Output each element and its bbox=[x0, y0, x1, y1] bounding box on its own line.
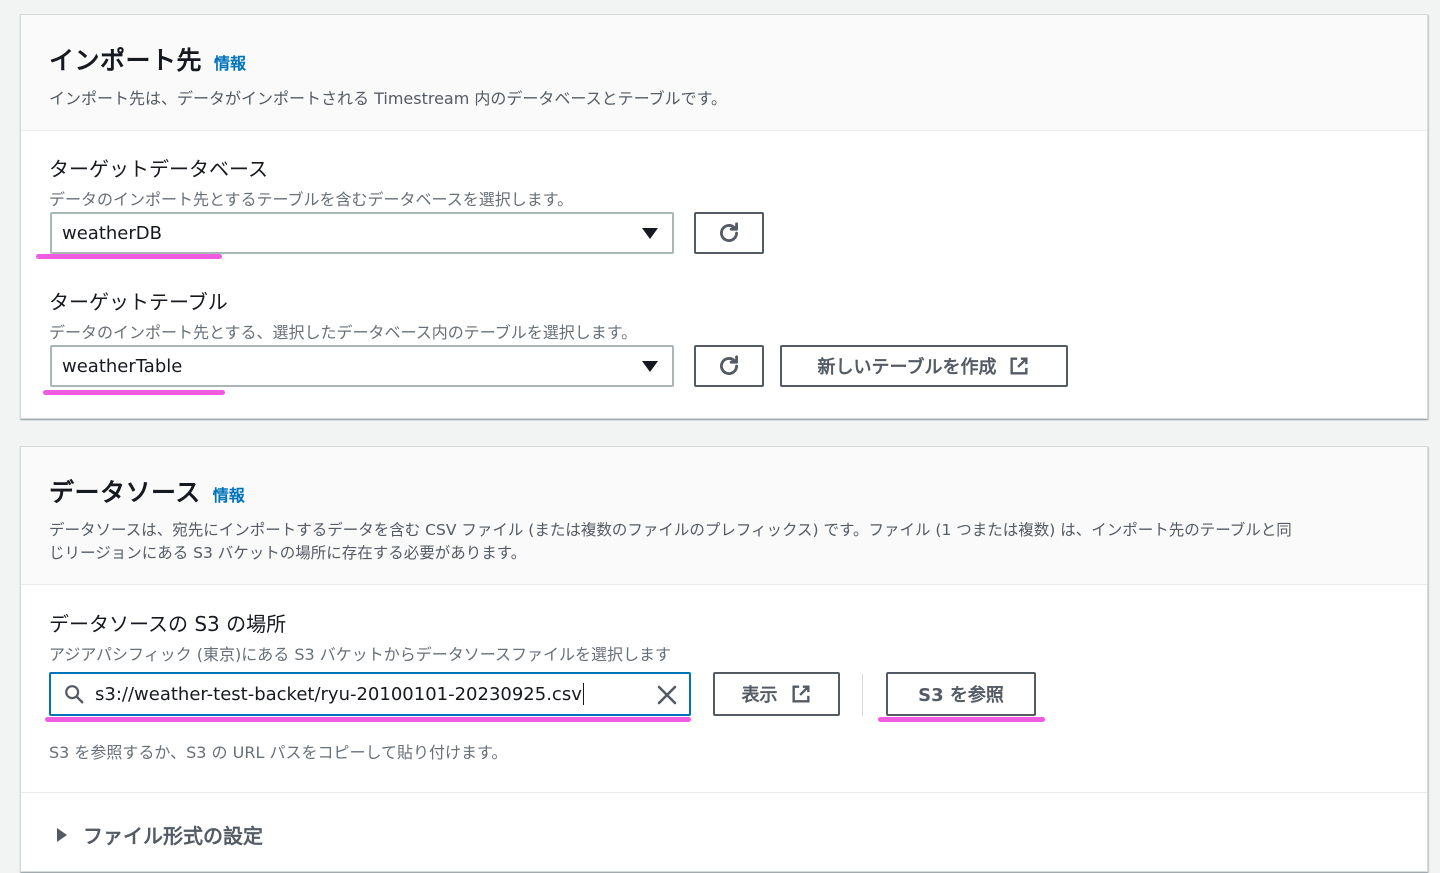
s3-location-hint: S3 を参照するか、S3 の URL パスをコピーして貼り付けます。 bbox=[49, 743, 508, 762]
target-table-value: weatherTable bbox=[62, 355, 183, 377]
target-database-select[interactable]: weatherDB bbox=[50, 212, 674, 254]
data-source-description-line2: じリージョンにある S3 バケットの場所に存在する必要があります。 bbox=[49, 544, 527, 562]
target-table-field: ターゲットテーブル データのインポート先とする、選択したデータベース内のテーブル… bbox=[49, 286, 637, 343]
data-source-panel: データソース 情報 データソースは、宛先にインポートするデータを含む CSV フ… bbox=[20, 446, 1428, 872]
external-link-icon bbox=[1010, 357, 1028, 375]
refresh-icon bbox=[720, 222, 738, 242]
file-format-label: ファイル形式の設定 bbox=[83, 824, 263, 848]
target-table-select[interactable]: weatherTable bbox=[50, 345, 674, 387]
target-database-field: ターゲットデータベース データのインポート先とするテーブルを含むデータベースを選… bbox=[49, 153, 573, 210]
browse-s3-label: S3 を参照 bbox=[918, 685, 1004, 706]
data-source-description-line1: データソースは、宛先にインポートするデータを含む CSV ファイル (または複数… bbox=[49, 521, 1292, 539]
caret-right-icon bbox=[57, 827, 67, 842]
highlight-underline-database bbox=[36, 254, 222, 259]
create-table-label: 新しいテーブルを作成 bbox=[817, 357, 997, 378]
view-button[interactable]: 表示 bbox=[713, 672, 840, 716]
target-database-value: weatherDB bbox=[62, 222, 162, 244]
caret-down-icon bbox=[642, 361, 658, 372]
target-database-label: ターゲットデータベース bbox=[49, 157, 268, 181]
import-target-title: インポート先 bbox=[49, 46, 203, 75]
s3-location-label: データソースの S3 の場所 bbox=[49, 612, 287, 636]
import-target-info-link[interactable]: 情報 bbox=[214, 50, 246, 74]
data-source-title: データソース bbox=[49, 478, 201, 507]
data-source-info-link[interactable]: 情報 bbox=[213, 482, 245, 506]
data-source-header: データソース 情報 データソースは、宛先にインポートするデータを含む CSV フ… bbox=[21, 447, 1427, 585]
import-target-description: インポート先は、データがインポートされる Timestream 内のデータベース… bbox=[49, 89, 728, 108]
create-table-button[interactable]: 新しいテーブルを作成 bbox=[780, 345, 1068, 387]
browse-s3-button[interactable]: S3 を参照 bbox=[886, 672, 1036, 716]
clear-icon[interactable] bbox=[655, 683, 679, 707]
s3-location-hint-field: S3 を参照するか、S3 の URL パスをコピーして貼り付けます。 bbox=[49, 739, 507, 763]
s3-location-field: データソースの S3 の場所 アジアパシフィック (東京)にある S3 バケット… bbox=[49, 608, 671, 665]
target-table-description: データのインポート先とする、選択したデータベース内のテーブルを選択します。 bbox=[49, 323, 638, 342]
refresh-icon bbox=[720, 355, 738, 375]
text-cursor bbox=[582, 683, 584, 705]
file-format-expander[interactable]: ファイル形式の設定 bbox=[21, 792, 1427, 872]
target-table-label: ターゲットテーブル bbox=[49, 290, 228, 314]
import-target-header: インポート先 情報 インポート先は、データがインポートされる Timestrea… bbox=[21, 15, 1427, 131]
target-database-description: データのインポート先とするテーブルを含むデータベースを選択します。 bbox=[49, 190, 574, 209]
external-link-icon bbox=[791, 685, 810, 703]
data-source-description: データソースは、宛先にインポートするデータを含む CSV ファイル (または複数… bbox=[49, 519, 1399, 565]
search-icon bbox=[65, 685, 84, 704]
highlight-underline-table bbox=[43, 390, 225, 395]
view-label: 表示 bbox=[741, 685, 778, 706]
highlight-underline-s3-input bbox=[45, 717, 691, 722]
s3-location-input[interactable]: s3://weather-test-backet/ryu-20100101-20… bbox=[49, 672, 691, 716]
button-divider bbox=[862, 674, 863, 716]
refresh-table-button[interactable] bbox=[694, 345, 764, 387]
s3-location-description: アジアパシフィック (東京)にある S3 バケットからデータソースファイルを選択… bbox=[49, 645, 671, 664]
refresh-database-button[interactable] bbox=[694, 212, 764, 254]
s3-location-value: s3://weather-test-backet/ryu-20100101-20… bbox=[95, 683, 582, 705]
highlight-underline-browse bbox=[878, 717, 1045, 722]
import-target-panel: インポート先 情報 インポート先は、データがインポートされる Timestrea… bbox=[20, 14, 1428, 419]
caret-down-icon bbox=[642, 228, 658, 239]
